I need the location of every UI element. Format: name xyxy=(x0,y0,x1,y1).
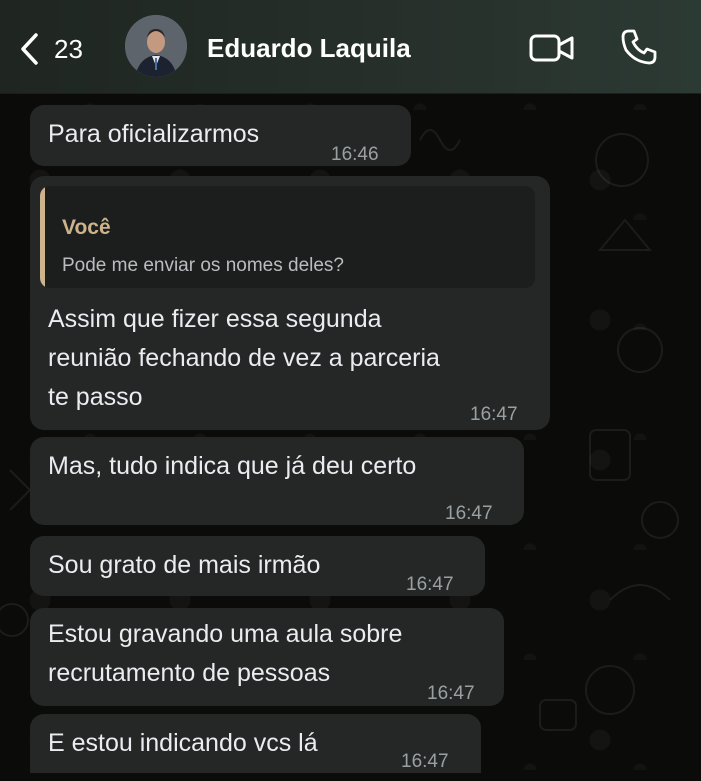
message-text: E estou indicando vcs lá xyxy=(48,729,318,757)
contact-avatar[interactable] xyxy=(125,15,187,77)
message-timestamp: 16:47 xyxy=(445,503,493,524)
message-bubble[interactable]: Sou grato de mais irmão 16:47 xyxy=(30,536,485,596)
message-bubble[interactable]: Você Pode me enviar os nomes deles? Assi… xyxy=(30,176,550,430)
message-text: Para oficializarmos xyxy=(48,120,260,148)
message-text: Sou grato de mais irmão xyxy=(48,551,321,579)
message-text-line: te passo xyxy=(48,383,143,411)
message-text-line: Assim que fizer essa segunda xyxy=(48,305,382,333)
message-bubble[interactable]: E estou indicando vcs lá 16:47 xyxy=(30,714,481,773)
message-text-line: reunião fechando de vez a parceria xyxy=(48,344,440,372)
message-timestamp: 16:47 xyxy=(427,683,475,704)
message-bubble[interactable]: Estou gravando uma aula sobre recrutamen… xyxy=(30,608,504,706)
back-arrow-icon[interactable] xyxy=(18,32,40,66)
chat-header: 23 Eduardo Laquila xyxy=(0,0,701,94)
unread-count[interactable]: 23 xyxy=(54,34,83,65)
message-text: Mas, tudo indica que já deu certo xyxy=(48,452,417,480)
quote-accent-bar xyxy=(40,186,45,288)
contact-name[interactable]: Eduardo Laquila xyxy=(207,33,411,64)
message-timestamp: 16:46 xyxy=(331,144,379,165)
quote-text: Pode me enviar os nomes deles? xyxy=(62,255,344,276)
video-call-icon[interactable] xyxy=(528,31,576,65)
quote-author: Você xyxy=(62,216,111,239)
message-timestamp: 16:47 xyxy=(406,574,454,595)
message-text-line: recrutamento de pessoas xyxy=(48,659,331,687)
message-bubble[interactable]: Para oficializarmos 16:46 xyxy=(30,105,411,166)
message-timestamp: 16:47 xyxy=(401,751,449,772)
quoted-reply[interactable]: Você Pode me enviar os nomes deles? xyxy=(40,186,535,288)
message-text-line: Estou gravando uma aula sobre xyxy=(48,620,403,648)
message-timestamp: 16:47 xyxy=(470,404,518,425)
message-bubble[interactable]: Mas, tudo indica que já deu certo 16:47 xyxy=(30,437,524,525)
phone-call-icon[interactable] xyxy=(620,28,658,66)
